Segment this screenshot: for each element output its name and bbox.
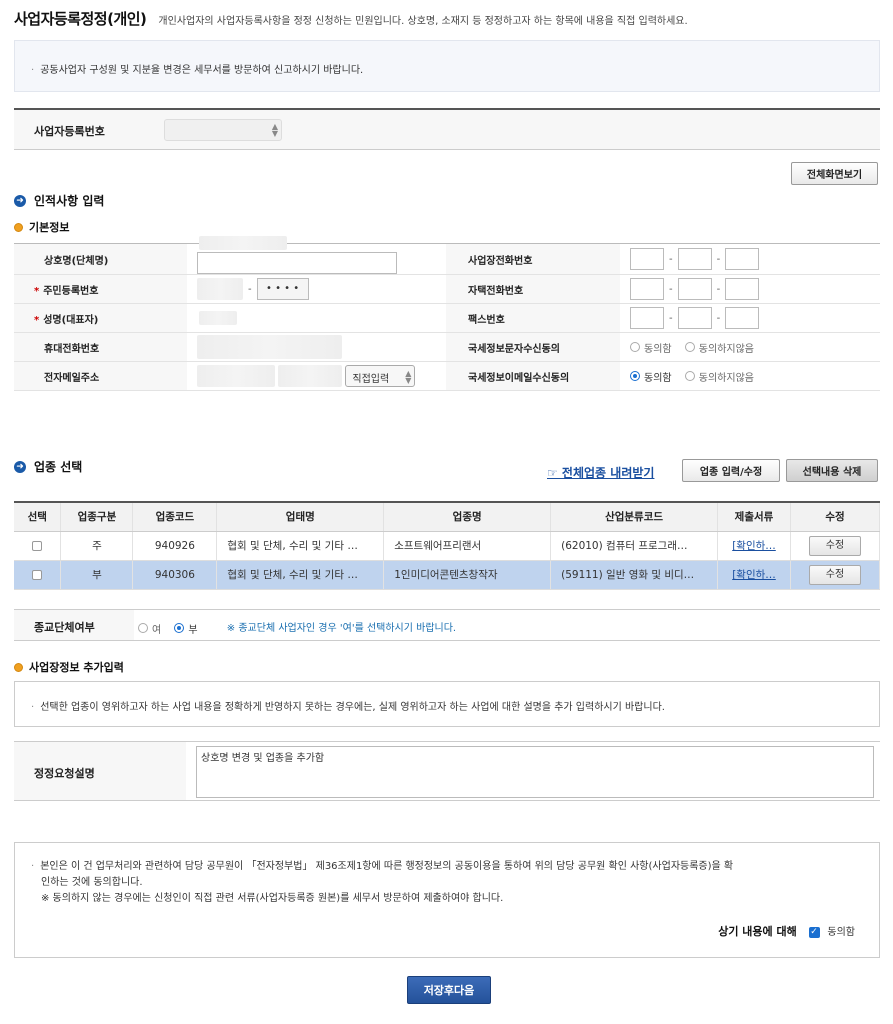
- religion-no-radio[interactable]: [174, 623, 185, 633]
- fax-3[interactable]: [725, 307, 760, 329]
- col-edit: 수정: [790, 502, 881, 532]
- bullet-icon: [14, 662, 23, 672]
- biz-phone-3[interactable]: [725, 248, 760, 270]
- consent-line3: ※ 동의하지 않는 경우에는 신청인이 직접 관련 서류(사업자등록증 원본)를…: [41, 893, 504, 904]
- name-label: * 성명(대표자): [14, 303, 187, 333]
- download-industry-link[interactable]: ☞ 전체업종 내려받기: [547, 464, 654, 481]
- reg-number-label: 사업자등록번호: [34, 125, 105, 138]
- biz-phone-label: 사업장전화번호: [446, 243, 620, 275]
- fax-label: 팩스번호: [446, 303, 620, 333]
- sms-disagree-radio[interactable]: [684, 342, 695, 352]
- consent-checkbox[interactable]: ✓: [808, 926, 820, 938]
- extra-info-subtitle: 사업장정보 추가입력: [14, 659, 124, 675]
- reg-number-select[interactable]: ▲ ▼: [164, 119, 282, 141]
- request-desc-textarea[interactable]: 상호명 변경 및 업종을 추가함: [196, 746, 874, 798]
- table-row[interactable]: 부 940306 협회 및 단체, 수리 및 기타 … 1인미디어콘텐츠창작자 …: [14, 560, 881, 590]
- page-header: 사업자등록정정(개인) 개인사업자의 사업자등록사항을 정정 신청하는 민원입니…: [14, 8, 688, 29]
- col-biz: 업태명: [216, 502, 385, 532]
- extra-notice-text: 선택한 업종이 영위하고자 하는 사업 내용을 정확하게 반영하지 못하는 경우…: [31, 702, 665, 713]
- jumin-second[interactable]: • • • •: [256, 278, 309, 300]
- biz-phone-2[interactable]: [677, 248, 712, 270]
- request-desc-row: 정정요청설명 상호명 변경 및 업종을 추가함: [14, 741, 880, 801]
- home-phone-label: 자택전화번호: [446, 274, 620, 304]
- row-checkbox[interactable]: [32, 569, 43, 580]
- fax-1[interactable]: [630, 307, 664, 329]
- home-phone-2[interactable]: [677, 278, 712, 300]
- table-row[interactable]: 주 940926 협회 및 단체, 수리 및 기타 … 소프트웨어프리랜서 (6…: [14, 531, 881, 561]
- personal-section-title: ➜ 인적사항 입력: [14, 192, 104, 209]
- consent-box: 본인은 이 건 업무처리와 관련하여 담당 공무원이 「전자정부법」 제36조제…: [14, 842, 880, 958]
- mobile-label: 휴대전화번호: [14, 332, 187, 362]
- full-view-button[interactable]: 전체화면보기: [791, 162, 878, 185]
- row-checkbox[interactable]: [32, 540, 43, 551]
- industry-section-title: ➜ 업종 선택: [14, 458, 82, 475]
- extra-notice-box: 선택한 업종이 영위하고자 하는 사업 내용을 정확하게 반영하지 못하는 경우…: [14, 681, 880, 727]
- delete-selection-button[interactable]: 선택내용 삭제: [786, 459, 878, 482]
- consent-line2: 인하는 것에 동의합니다.: [41, 877, 143, 888]
- request-desc-label: 정정요청설명: [14, 742, 186, 800]
- reg-number-row: 사업자등록번호 ▲ ▼: [14, 108, 880, 150]
- email-domain-select[interactable]: 직접입력 ▲ ▼: [345, 365, 416, 387]
- jumin-label: * 주민등록번호: [14, 274, 187, 304]
- mobile-input[interactable]: [197, 335, 342, 359]
- industry-input-button[interactable]: 업종 입력/수정: [682, 459, 780, 482]
- col-type: 업종구분: [60, 502, 134, 532]
- page-description: 개인사업자의 사업자등록사항을 정정 신청하는 민원입니다. 상호명, 소재지 …: [158, 16, 688, 27]
- col-select: 선택: [14, 502, 62, 532]
- religion-row: 종교단체여부 여 부 ※ 종교단체 사업자인 경우 '여'를 선택하시기 바랍니…: [14, 609, 880, 641]
- spinner-icon: ▲ ▼: [271, 122, 278, 138]
- col-code: 업종코드: [132, 502, 218, 532]
- home-phone-1[interactable]: [630, 278, 664, 300]
- col-class: 산업분류코드: [550, 502, 719, 532]
- basic-info-subtitle: 기본정보: [14, 219, 69, 235]
- spinner-icon: ▲ ▼: [405, 369, 412, 385]
- email-agree-radio[interactable]: [630, 371, 640, 381]
- company-label: 상호명(단체명): [14, 243, 187, 275]
- consent-line1: 본인은 이 건 업무처리와 관련하여 담당 공무원이 「전자정부법」 제36조제…: [31, 859, 863, 875]
- email-id-input[interactable]: [197, 365, 275, 387]
- email-disagree-radio[interactable]: [684, 371, 695, 381]
- edit-button[interactable]: 수정: [808, 564, 861, 585]
- edit-button[interactable]: 수정: [808, 535, 861, 556]
- save-next-button[interactable]: 저장후다음: [407, 976, 491, 1004]
- biz-phone-1[interactable]: [630, 248, 664, 270]
- religion-label: 종교단체여부: [14, 610, 134, 640]
- col-doc: 제출서류: [717, 502, 791, 532]
- notice-box: 공동사업자 구성원 및 지분율 변경은 세무서를 방문하여 신고하시기 바랍니다…: [14, 40, 880, 92]
- personal-info-table: 상호명(단체명) 사업장전화번호 -- * 주민등록번호 - • • • • 자택전…: [14, 236, 880, 391]
- notice-text: 공동사업자 구성원 및 지분율 변경은 세무서를 방문하여 신고하시기 바랍니다…: [31, 65, 363, 76]
- email-consent-label: 국세정보이메일수신동의: [446, 361, 620, 391]
- company-input[interactable]: [197, 252, 397, 274]
- masked-name: [199, 311, 237, 325]
- home-phone-3[interactable]: [725, 278, 760, 300]
- col-name: 업종명: [383, 502, 552, 532]
- sms-consent-label: 국세정보문자수신동의: [446, 332, 620, 362]
- jumin-first[interactable]: [197, 278, 243, 300]
- fax-2[interactable]: [677, 307, 712, 329]
- doc-link[interactable]: [확인하…: [732, 540, 776, 552]
- arrow-right-icon: ➜: [14, 460, 26, 473]
- email-label: 전자메일주소: [14, 361, 187, 391]
- religion-note: ※ 종교단체 사업자인 경우 '여'를 선택하시기 바랍니다.: [226, 623, 457, 634]
- bullet-icon: [14, 222, 23, 232]
- sms-agree-radio[interactable]: [630, 342, 640, 352]
- arrow-right-icon: ➜: [14, 194, 26, 207]
- doc-link[interactable]: [확인하…: [732, 569, 776, 581]
- consent-footer: 상기 내용에 대해 ✓ 동의함: [718, 925, 855, 938]
- religion-yes-radio[interactable]: [138, 623, 148, 633]
- masked-value: [199, 236, 287, 250]
- industry-table: 선택 업종구분 업종코드 업태명 업종명 산업분류코드 제출서류 수정 주 94…: [14, 501, 881, 590]
- page-title: 사업자등록정정(개인): [14, 10, 147, 28]
- email-domain-input[interactable]: [278, 365, 343, 387]
